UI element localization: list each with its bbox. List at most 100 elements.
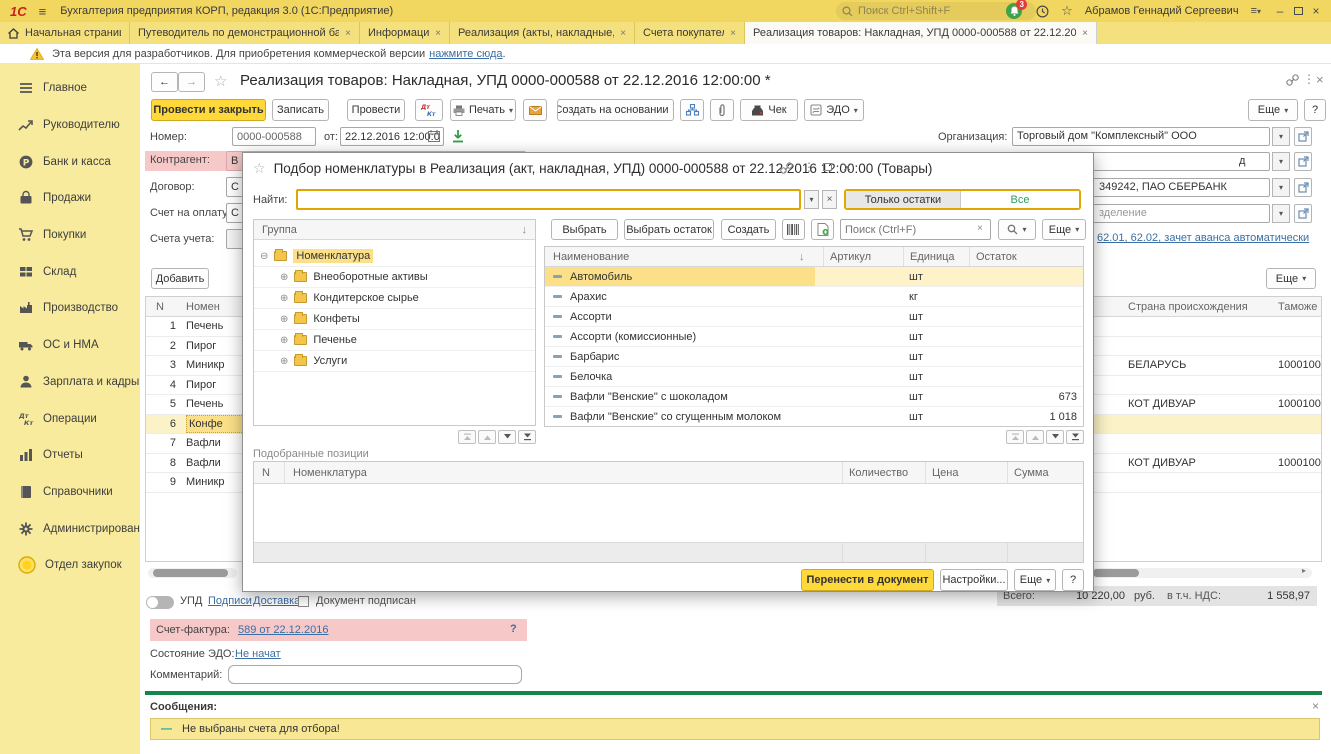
edo-button[interactable]: ЭДО▾	[804, 99, 864, 121]
list-item[interactable]: Вафли "Венские" со сгущенным молоком шт …	[545, 407, 1083, 427]
sidebar-item-operacii[interactable]: ДтКт Операции	[0, 400, 140, 437]
favorite-star-icon[interactable]: ☆	[253, 160, 266, 177]
tree-item[interactable]: ⊕ Кондитерское сырье	[254, 288, 535, 309]
sidebar-item-administrirovanie[interactable]: Администрирование	[0, 510, 140, 547]
back-button[interactable]: ←	[151, 72, 178, 92]
organization-open-icon[interactable]	[1294, 127, 1312, 146]
expand-icon[interactable]: ⊕	[280, 272, 288, 283]
settings-button[interactable]: Настройки...	[940, 569, 1008, 591]
list-scroll-up-icon[interactable]	[1026, 430, 1044, 444]
table-more-button[interactable]: Еще▾	[1266, 268, 1316, 289]
list-item[interactable]: Ассорти (комиссионные) шт	[545, 327, 1083, 347]
picked-positions-table[interactable]: N Номенклатура Количество Цена Сумма	[253, 461, 1084, 563]
tree-item[interactable]: ⊕ Внеоборотные активы	[254, 267, 535, 288]
messages-close-icon[interactable]: ×	[1312, 699, 1319, 713]
tree-item-root[interactable]: ⊖ Номенклатура	[254, 246, 535, 267]
division-open-icon[interactable]	[1294, 204, 1312, 223]
dialog-more-icon[interactable]: ⋮	[803, 160, 815, 174]
bank-account-open-icon[interactable]	[1294, 178, 1312, 197]
set-time-icon[interactable]	[451, 129, 465, 143]
invoice-help-icon[interactable]: ?	[510, 623, 517, 635]
favorite-star-icon[interactable]: ☆	[214, 72, 227, 90]
main-menu-icon[interactable]: ≡	[39, 4, 47, 19]
post-and-close-button[interactable]: Провести и закрыть	[151, 99, 266, 121]
hscrollbar-left[interactable]	[148, 568, 237, 578]
expand-icon[interactable]: ⊕	[280, 356, 288, 367]
search-options-button[interactable]: ▾	[998, 219, 1036, 240]
signatures-link[interactable]: Подписи	[208, 595, 252, 607]
find-dropdown-icon[interactable]: ▾	[804, 190, 819, 209]
expand-icon[interactable]: ⊕	[280, 335, 288, 346]
service-menu-icon[interactable]: ≡▾	[1251, 5, 1261, 17]
upd-toggle[interactable]	[146, 596, 174, 609]
form-close-icon[interactable]: ×	[1316, 72, 1324, 87]
close-icon[interactable]: ×	[1082, 28, 1088, 39]
tab-home[interactable]: Начальная страница	[0, 22, 130, 44]
window-close-icon[interactable]: ×	[1307, 4, 1325, 18]
number-field[interactable]	[232, 127, 316, 146]
list-scroll-bottom-icon[interactable]	[1066, 430, 1084, 444]
transfer-to-document-button[interactable]: Перенести в документ	[801, 569, 934, 591]
email-button[interactable]	[523, 99, 547, 121]
warehouse-open-icon[interactable]	[1294, 152, 1312, 171]
sidebar-item-otdel-zakupok[interactable]: Отдел закупок	[0, 547, 140, 584]
dt-kt-button[interactable]: ДтКт	[415, 99, 443, 121]
list-scroll-down-icon[interactable]	[1046, 430, 1064, 444]
calendar-icon[interactable]	[428, 130, 440, 142]
tree-item[interactable]: ⊕ Конфеты	[254, 309, 535, 330]
attachments-button[interactable]	[710, 99, 734, 121]
list-search-field[interactable]	[840, 219, 991, 240]
sidebar-item-glavnoe[interactable]: Главное	[0, 70, 140, 107]
save-button[interactable]: Записать	[272, 99, 329, 121]
only-remains-option[interactable]: Только остатки	[846, 191, 961, 208]
items-list-header[interactable]: Наименование ↓ Артикул Единица Остаток	[545, 247, 1083, 267]
select-remain-button[interactable]: Выбрать остаток	[624, 219, 714, 240]
find-field[interactable]	[296, 189, 801, 210]
tab-sales-document[interactable]: Реализация товаров: Накладная, УПД 0000-…	[745, 22, 1097, 44]
settlements-link[interactable]: 62.01, 62.02, зачет аванса автоматически	[1097, 232, 1315, 244]
favorites-star-icon[interactable]: ☆	[1061, 3, 1073, 19]
structure-button[interactable]	[680, 99, 704, 121]
sidebar-item-otchety[interactable]: Отчеты	[0, 437, 140, 474]
tree-scroll-bottom-icon[interactable]	[518, 430, 536, 444]
warehouse-dropdown-icon[interactable]: ▾	[1272, 152, 1290, 171]
select-button[interactable]: Выбрать	[551, 219, 618, 240]
help-button[interactable]: ?	[1304, 99, 1326, 121]
signed-checkbox[interactable]	[298, 596, 309, 607]
tree-scroll-down-icon[interactable]	[498, 430, 516, 444]
list-item[interactable]: Ассорти шт	[545, 307, 1083, 327]
collapse-icon[interactable]: ⊖	[260, 251, 268, 262]
list-scroll-top-icon[interactable]	[1006, 430, 1024, 444]
tree-scroll-up-icon[interactable]	[478, 430, 496, 444]
sidebar-item-os-i-nma[interactable]: ОС и НМА	[0, 327, 140, 364]
get-link-icon[interactable]	[1286, 74, 1299, 87]
dialog-more-button[interactable]: Еще▾	[1014, 569, 1056, 591]
tab-sales-list[interactable]: Реализация (акты, накладные, УПД) ×	[450, 22, 635, 44]
post-button[interactable]: Провести	[347, 99, 405, 121]
sidebar-item-bank-i-kassa[interactable]: Р Банк и касса	[0, 143, 140, 180]
load-document-button[interactable]	[811, 219, 834, 240]
tree-scroll-top-icon[interactable]	[458, 430, 476, 444]
create-based-on-button[interactable]: Создать на основании▾	[557, 99, 674, 121]
tab-guide[interactable]: Путеводитель по демонстрационной базе ×	[130, 22, 360, 44]
expand-icon[interactable]: ⊕	[280, 293, 288, 304]
all-option[interactable]: Все	[961, 191, 1079, 208]
dialog-maximize-icon[interactable]	[823, 163, 832, 171]
sidebar-item-pokupki[interactable]: Покупки	[0, 217, 140, 254]
list-search-clear-icon[interactable]: ×	[977, 223, 983, 234]
edo-state-link[interactable]: Не начат	[235, 648, 281, 660]
tree-item[interactable]: ⊕ Печенье	[254, 330, 535, 351]
sidebar-item-spravochniki[interactable]: Справочники	[0, 474, 140, 511]
list-more-button[interactable]: Еще▾	[1042, 219, 1086, 240]
sidebar-item-prodazhi[interactable]: Продажи	[0, 180, 140, 217]
close-icon[interactable]: ×	[730, 28, 736, 39]
dialog-help-button[interactable]: ?	[1062, 569, 1084, 591]
organization-field[interactable]: Торговый дом "Комплексный" ООО	[1012, 127, 1270, 146]
tab-information[interactable]: Информация ×	[360, 22, 450, 44]
division-dropdown-icon[interactable]: ▾	[1272, 204, 1290, 223]
sidebar-item-zarplata-i-kadry[interactable]: Зарплата и кадры	[0, 364, 140, 401]
find-clear-icon[interactable]: ×	[822, 190, 837, 209]
notifications-icon[interactable]: 3	[1006, 3, 1022, 19]
close-icon[interactable]: ×	[435, 28, 441, 39]
items-list[interactable]: Наименование ↓ Артикул Единица Остаток А…	[544, 246, 1084, 427]
